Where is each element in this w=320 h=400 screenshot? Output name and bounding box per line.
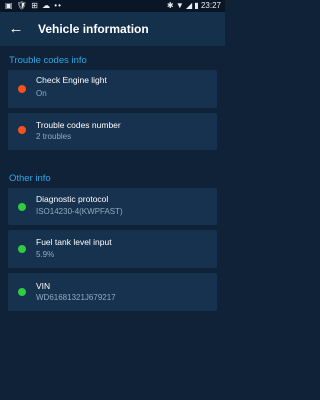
card-value: WD61681321J679217: [36, 293, 116, 302]
info-card-check-engine[interactable]: Check Engine light On: [8, 70, 217, 108]
status-right: ✱ ▼ ◢ ▮ 23:27: [167, 0, 221, 12]
back-arrow-icon[interactable]: ←: [6, 19, 26, 39]
card-title: Fuel tank level input: [36, 237, 112, 247]
section-header-trouble-codes: Trouble codes info: [9, 55, 87, 66]
card-title: VIN: [36, 281, 51, 291]
card-title: Trouble codes number: [36, 120, 121, 130]
status-dot-red-icon: [18, 126, 26, 134]
status-dot-green-icon: [18, 288, 26, 296]
info-card-trouble-codes-number[interactable]: Trouble codes number 2 troubles: [8, 113, 217, 150]
system-icons: ✱ ▼ ◢ ▮: [166, 1, 199, 10]
card-value: 5.9%: [36, 250, 55, 259]
section-header-other-info: Other info: [9, 173, 51, 184]
status-dot-red-icon: [18, 85, 26, 93]
card-title: Check Engine light: [36, 75, 107, 85]
clock: 23:27: [200, 1, 221, 10]
info-card-vin[interactable]: VIN WD61681321J679217: [8, 273, 217, 311]
page-title: Vehicle information: [38, 22, 149, 36]
app-bar: ← Vehicle information: [0, 12, 225, 46]
info-card-fuel-tank-level[interactable]: Fuel tank level input 5.9%: [8, 230, 217, 268]
card-value: ISO14230-4(KWPFAST): [36, 207, 123, 216]
card-value: 2 troubles: [36, 132, 72, 141]
status-dot-green-icon: [18, 203, 26, 211]
card-title: Diagnostic protocol: [36, 194, 109, 204]
info-card-diagnostic-protocol[interactable]: Diagnostic protocol ISO14230-4(KWPFAST): [8, 188, 217, 225]
status-dot-green-icon: [18, 245, 26, 253]
notification-icons: ▣ 🛡 ⊞ ☁ ••: [5, 1, 62, 10]
card-value: On: [36, 89, 47, 98]
status-bar: ▣ 🛡 ⊞ ☁ •• ✱ ▼ ◢ ▮ 23:27: [0, 0, 225, 12]
